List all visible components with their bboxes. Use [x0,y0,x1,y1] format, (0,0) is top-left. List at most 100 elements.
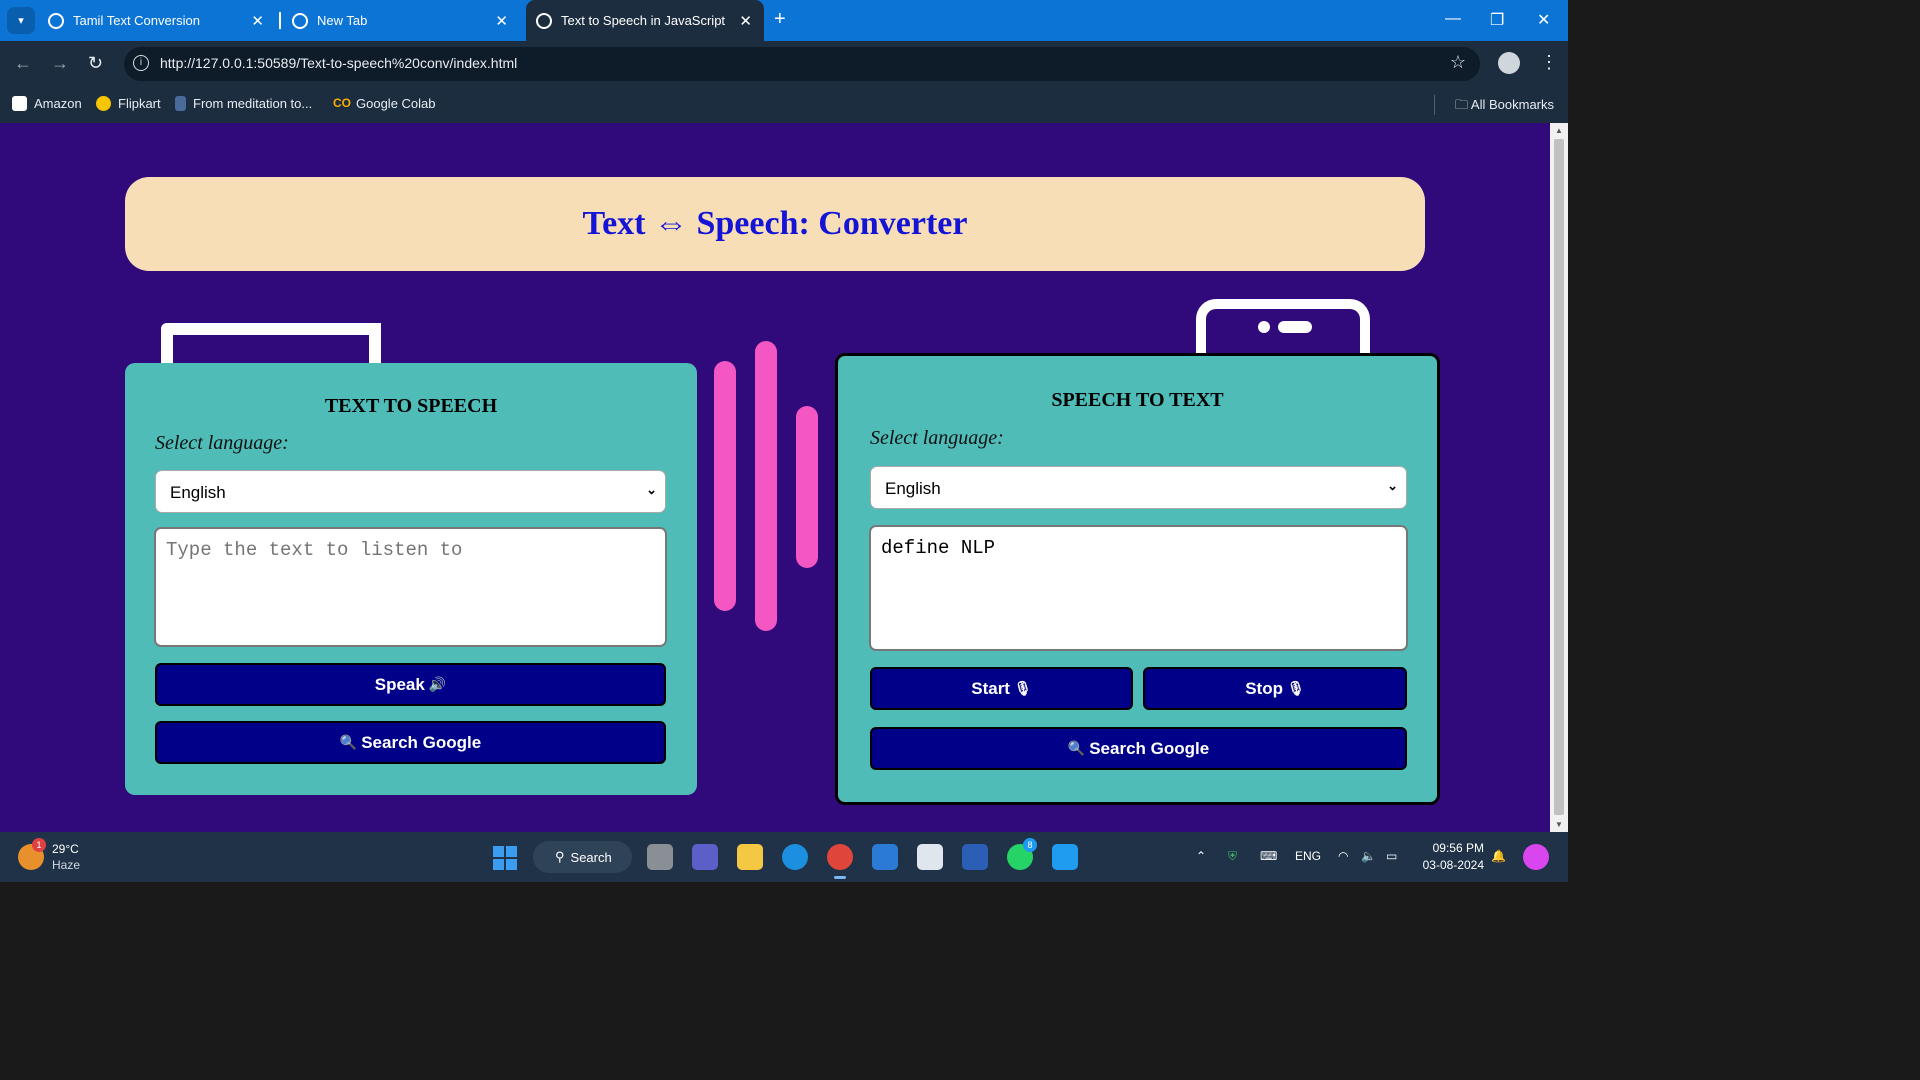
all-bookmarks-label: All Bookmarks [1470,97,1554,112]
stt-language-select[interactable]: English ⌄ [870,466,1407,509]
search-icon: 🔍 [339,734,358,750]
url-text[interactable]: http://127.0.0.1:50589/Text-to-speech%20… [160,55,517,71]
volume-icon[interactable]: 🔈 [1361,849,1376,863]
copilot-icon[interactable] [1523,844,1549,870]
forward-arrow-icon[interactable]: → [51,53,69,74]
whatsapp-icon[interactable]: 8 [1007,838,1037,870]
battery-icon[interactable]: ▭ [1386,849,1397,863]
notification-badge: 1 [32,838,46,852]
amazon-icon [12,96,27,111]
tab-search-menu-button[interactable]: ▾ [7,7,35,34]
phone-speaker-slot [1278,321,1312,333]
start-button[interactable]: Start 🎙 [870,667,1133,710]
globe-icon [536,12,552,29]
scrollbar-thumb[interactable] [1554,139,1564,815]
search-google-label: Search Google [1089,738,1210,758]
chevron-up-icon[interactable]: ⌃ [1196,849,1206,863]
title-banner: Text ⇔ Speech: Converter [125,177,1425,271]
taskbar-search[interactable]: ⚲ Search [533,841,632,873]
bookmark-flipkart[interactable]: Flipkart [96,96,161,111]
start-label: Start [971,678,1010,698]
tab-tamil-text-conversion[interactable]: Tamil Text Conversion ✕ [48,0,276,41]
whatsapp-badge: 8 [1023,838,1037,852]
teams-icon[interactable] [692,844,718,870]
tab-title: Text to Speech in JavaScript [561,13,726,28]
tab-separator [279,12,281,29]
microphone-icon: 🎙 [1013,680,1032,696]
file-explorer-icon[interactable] [737,844,763,870]
taskbar-search-label: Search [570,849,612,865]
site-info-icon[interactable]: i [133,55,149,71]
bookmark-star-icon[interactable]: ☆ [1450,52,1466,73]
microphone-off-icon: 🎙 [1287,680,1305,696]
tts-language-select[interactable]: English ⌄ [155,470,666,513]
weather-condition: Haze [52,858,81,872]
vscode-icon[interactable] [1052,844,1078,870]
system-clock[interactable]: 09:56 PM 03-08-2024 [1418,841,1484,872]
scroll-down-arrow-icon[interactable]: ▼ [1555,820,1563,829]
restore-icon[interactable]: ❐ [1490,10,1504,30]
notification-bell-icon[interactable]: 🔔 [1491,849,1506,863]
window-close-icon[interactable]: ✕ [1537,10,1550,30]
scroll-up-arrow-icon[interactable]: ▲ [1555,126,1563,135]
colab-icon: CO [333,96,351,110]
wifi-icon[interactable]: ◠ [1338,849,1348,863]
bookmark-label: From meditation to... [193,96,313,111]
browser-tabstrip: ▾ Tamil Text Conversion ✕ New Tab ✕ Text… [0,0,1568,41]
tab-title: New Tab [317,13,368,28]
bookmark-google-colab[interactable]: CO Google Colab [333,96,436,111]
security-shield-icon[interactable]: ⛨ [1228,849,1237,864]
tts-search-google-button[interactable]: 🔍 Search Google [155,721,666,764]
address-bar[interactable]: i http://127.0.0.1:50589/Text-to-speech%… [124,47,1480,81]
stop-button[interactable]: Stop 🎙 [1143,667,1407,710]
bookmark-meditation[interactable]: From meditation to... [175,96,312,111]
bookmark-label: Flipkart [118,96,161,111]
word-icon[interactable] [962,844,988,870]
menu-kebab-icon[interactable]: ⋮ [1540,52,1558,73]
speech-to-text-panel: SPEECH TO TEXT Select language: English … [835,353,1440,805]
back-arrow-icon[interactable]: ← [14,53,32,74]
all-bookmarks-button[interactable]: 🗀 All Bookmarks [1455,96,1554,118]
input-language[interactable]: ENG [1295,849,1321,863]
sound-wave-bar [755,341,777,631]
windows-taskbar: 1 29°C Haze ⚲ Search 8 ⌃ ⛨ ⌨ ENG ◠ 🔈 ▭ 0… [0,832,1568,882]
tab-title: Tamil Text Conversion [73,13,200,28]
stt-language-value: English [885,479,941,498]
search-icon: ⚲ [555,849,565,864]
tts-language-label: Select language: [155,432,289,454]
vertical-scrollbar[interactable]: ▲ ▼ [1550,123,1568,832]
bookmark-amazon[interactable]: Amazon [12,96,82,111]
windows-start-icon[interactable] [493,846,517,870]
minimize-icon[interactable]: — [1445,10,1461,28]
edge-icon[interactable] [782,844,808,870]
tab-text-to-speech[interactable]: Text to Speech in JavaScript ✕ [526,0,764,41]
stt-search-google-button[interactable]: 🔍 Search Google [870,727,1407,770]
new-tab-button[interactable]: + [774,8,786,31]
tts-language-value: English [170,483,226,502]
document-app-icon[interactable] [917,844,943,870]
keyboard-icon[interactable]: ⌨ [1260,849,1277,863]
phone-camera-dot [1258,321,1270,333]
close-icon[interactable]: ✕ [251,12,264,30]
chevron-down-icon: ⌄ [646,482,657,497]
tts-text-input[interactable]: Type the text to listen to [154,527,667,647]
tab-new-tab[interactable]: New Tab ✕ [292,0,520,41]
profile-avatar[interactable] [1498,52,1520,74]
speak-label: Speak [374,674,425,694]
close-icon[interactable]: ✕ [495,12,508,30]
bookmark-label: Amazon [34,96,82,111]
search-google-label: Search Google [361,732,482,752]
close-icon[interactable]: ✕ [739,12,752,30]
stt-transcript-input[interactable]: define NLP [869,525,1408,651]
speak-button[interactable]: Speak 🔊 [155,663,666,706]
chrome-icon[interactable] [827,844,853,879]
bookmarks-divider [1434,95,1435,115]
speaker-icon: 🔊 [428,676,447,692]
task-view-icon[interactable] [647,844,673,870]
chatgpt-icon [48,12,64,29]
search-icon: 🔍 [1067,740,1086,756]
reload-icon[interactable]: ↻ [88,53,103,74]
microsoft-store-icon[interactable] [872,844,898,870]
chrome-icon [292,12,308,29]
flipkart-icon [96,96,111,111]
